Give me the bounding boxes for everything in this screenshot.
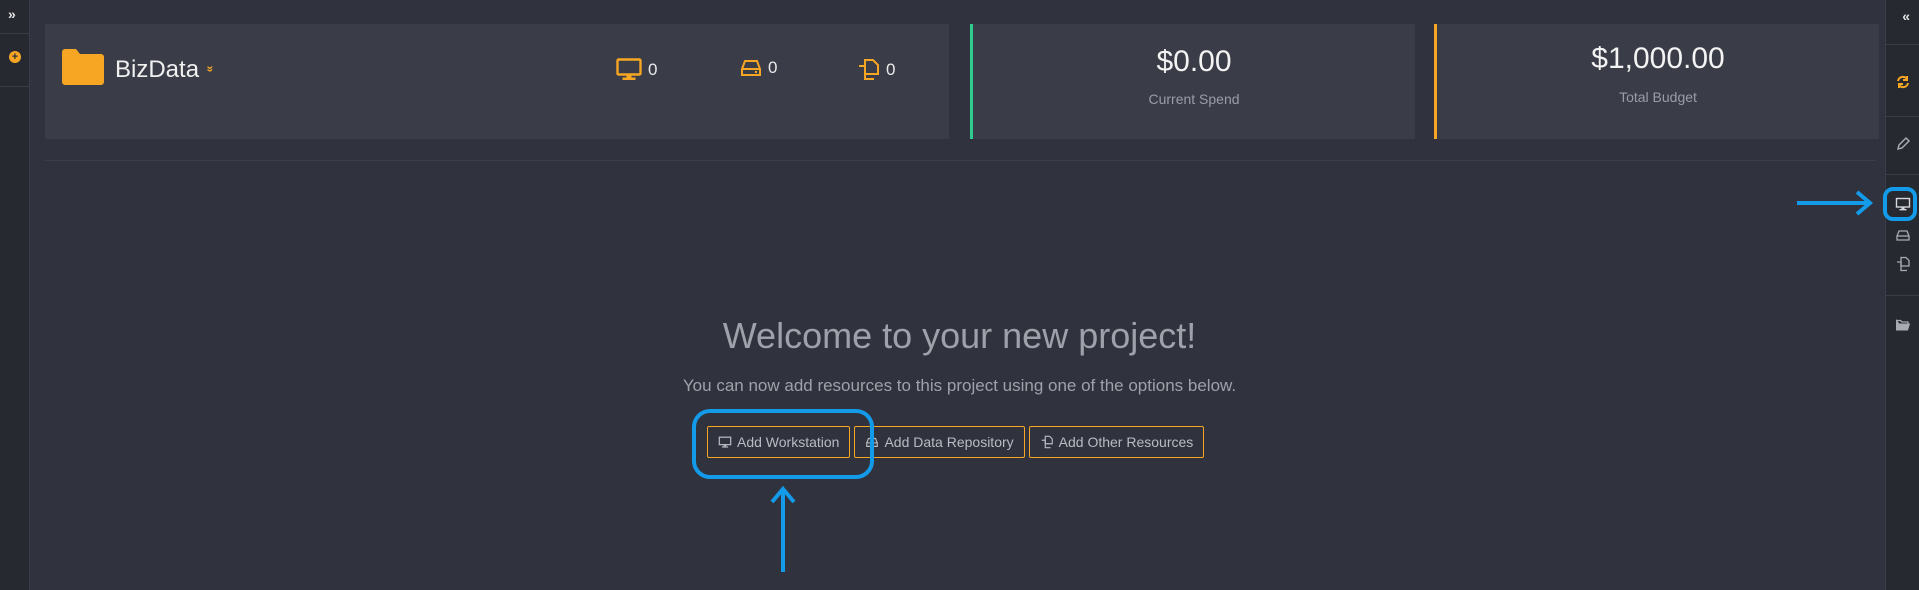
project-menu-chevron-icon[interactable]: »: [203, 66, 217, 73]
drive-icon[interactable]: [1895, 227, 1911, 243]
pencil-icon[interactable]: [1895, 136, 1911, 152]
folder-icon: [62, 49, 104, 85]
left-sidebar: » +: [0, 0, 30, 590]
refresh-icon[interactable]: [1895, 74, 1911, 90]
drive-icon: [741, 60, 761, 76]
annotation-arrow-right-icon: [1797, 190, 1874, 216]
add-data-repository-button[interactable]: Add Data Repository: [854, 426, 1025, 458]
right-rail-divider: [1886, 295, 1919, 296]
left-rail-divider: [0, 86, 29, 87]
copy-icon[interactable]: [1895, 256, 1911, 272]
collapse-sidebar-icon[interactable]: «: [1902, 8, 1910, 24]
expand-sidebar-icon[interactable]: »: [8, 6, 16, 22]
add-other-resources-label: Add Other Resources: [1058, 434, 1194, 450]
project-name[interactable]: BizData: [115, 56, 199, 84]
add-data-repository-label: Add Data Repository: [884, 434, 1014, 450]
data-repository-count-value: 0: [768, 58, 778, 77]
annotation-highlight-monitor: [1883, 187, 1917, 221]
total-budget-card: $1,000.00 Total Budget: [1434, 24, 1879, 139]
right-sidebar: «: [1885, 0, 1919, 590]
welcome-title: Welcome to your new project!: [722, 315, 1197, 356]
right-rail-divider: [1886, 174, 1919, 175]
data-repository-count: 0: [740, 58, 777, 78]
workstation-count-value: 0: [648, 60, 658, 79]
copy-icon: [859, 59, 879, 80]
current-spend-amount: $0.00: [1156, 45, 1232, 78]
current-spend-label: Current Spend: [1148, 91, 1240, 107]
right-rail-divider: [1886, 44, 1919, 45]
workstation-count: 0: [616, 58, 657, 82]
annotation-highlight-add-workstation: [692, 409, 874, 479]
current-spend-card: $0.00 Current Spend: [970, 24, 1415, 139]
other-resources-count-value: 0: [886, 60, 896, 79]
welcome-subtitle: You can now add resources to this projec…: [682, 376, 1237, 395]
section-divider: [45, 160, 1876, 161]
copy-icon: [1041, 435, 1053, 449]
total-budget-label: Total Budget: [1619, 89, 1697, 105]
annotation-arrow-up-icon: [770, 485, 796, 572]
add-other-resources-button[interactable]: Add Other Resources: [1028, 426, 1205, 458]
right-rail-divider: [1886, 116, 1919, 117]
total-budget-amount: $1,000.00: [1591, 42, 1725, 75]
other-resources-count: 0: [856, 58, 895, 82]
project-summary-card: BizData » 0 0 0: [45, 24, 949, 139]
left-rail-divider: [0, 33, 29, 34]
monitor-icon: [616, 58, 642, 80]
add-project-icon[interactable]: +: [9, 51, 21, 63]
